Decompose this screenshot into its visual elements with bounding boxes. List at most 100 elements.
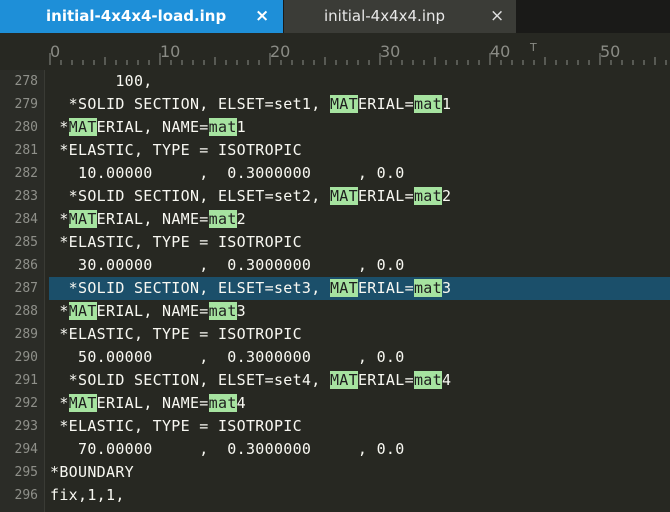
code-line[interactable]: 286 30.00000 , 0.3000000 , 0.0 <box>0 254 670 277</box>
code-token: *ELASTIC, TYPE = ISOTROPIC <box>50 233 302 251</box>
line-text: *SOLID SECTION, ELSET=set1, MATERIAL=mat… <box>50 93 451 116</box>
ruler-label: 50 <box>600 42 620 61</box>
line-number: 285 <box>14 235 38 250</box>
line-text: *BOUNDARY <box>50 461 134 484</box>
column-ruler: 0 10 20 30 40 50 T <box>0 33 670 70</box>
search-match: MAT <box>68 118 97 136</box>
caret-column-marker: T <box>529 41 537 54</box>
line-text: *SOLID SECTION, ELSET=set3, MATERIAL=mat… <box>50 277 451 300</box>
line-number: 294 <box>14 442 38 457</box>
code-line[interactable]: 287 *SOLID SECTION, ELSET=set3, MATERIAL… <box>0 277 670 300</box>
line-number: 280 <box>14 120 38 135</box>
line-text: *SOLID SECTION, ELSET=set2, MATERIAL=mat… <box>50 185 451 208</box>
code-line[interactable]: 289 *ELASTIC, TYPE = ISOTROPIC <box>0 323 670 346</box>
tab-bar: initial-4x4x4-load.inp × initial-4x4x4.i… <box>0 0 670 33</box>
search-match: MAT <box>68 394 97 412</box>
line-text: *ELASTIC, TYPE = ISOTROPIC <box>50 323 302 346</box>
code-token: 3 <box>441 279 452 297</box>
code-line[interactable]: 291 *SOLID SECTION, ELSET=set4, MATERIAL… <box>0 369 670 392</box>
code-token: 4 <box>441 371 452 389</box>
code-token: * <box>50 118 69 136</box>
code-token: *ELASTIC, TYPE = ISOTROPIC <box>50 417 302 435</box>
search-match: mat <box>208 302 237 320</box>
code-line[interactable]: 279 *SOLID SECTION, ELSET=set1, MATERIAL… <box>0 93 670 116</box>
line-number: 295 <box>14 465 38 480</box>
line-text: fix,1,1, <box>50 484 125 507</box>
code-editor[interactable]: 278 100, 279 *SOLID SECTION, ELSET=set1, … <box>0 70 670 512</box>
code-line[interactable]: 278 100, <box>0 70 670 93</box>
ruler-label: 30 <box>380 42 400 61</box>
code-line[interactable]: 295 *BOUNDARY <box>0 461 670 484</box>
code-token: 1 <box>236 118 246 136</box>
close-icon[interactable]: × <box>490 6 504 26</box>
line-text: *SOLID SECTION, ELSET=set4, MATERIAL=mat… <box>50 369 451 392</box>
search-match: MAT <box>329 187 358 205</box>
ruler-label: 10 <box>160 42 180 61</box>
line-number: 293 <box>14 419 38 434</box>
search-match: mat <box>208 210 237 228</box>
code-token: 50.00000 , 0.3000000 , 0.0 <box>50 348 405 366</box>
line-text: *MATERIAL, NAME=mat1 <box>50 116 246 139</box>
code-token: *SOLID SECTION, ELSET=set3, <box>50 279 330 297</box>
code-token: 10.00000 , 0.3000000 , 0.0 <box>50 164 405 182</box>
code-line[interactable]: 281 *ELASTIC, TYPE = ISOTROPIC <box>0 139 670 162</box>
line-text: 100, <box>50 70 153 93</box>
code-token: ERIAL, NAME= <box>96 302 209 320</box>
line-number: 286 <box>14 258 38 273</box>
code-line[interactable]: 294 70.00000 , 0.3000000 , 0.0 <box>0 438 670 461</box>
tab-label: initial-4x4x4-load.inp <box>46 7 227 25</box>
code-line[interactable]: 282 10.00000 , 0.3000000 , 0.0 <box>0 162 670 185</box>
line-text: *ELASTIC, TYPE = ISOTROPIC <box>50 139 302 162</box>
tab-initial-4x4x4[interactable]: initial-4x4x4.inp × <box>284 0 516 33</box>
search-match: MAT <box>329 371 358 389</box>
code-token: *SOLID SECTION, ELSET=set2, <box>50 187 330 205</box>
line-text: *ELASTIC, TYPE = ISOTROPIC <box>50 415 302 438</box>
code-token: *BOUNDARY <box>50 463 134 481</box>
code-line[interactable]: 284 *MATERIAL, NAME=mat2 <box>0 208 670 231</box>
line-number: 283 <box>14 189 38 204</box>
line-number: 288 <box>14 304 38 319</box>
line-number: 291 <box>14 373 38 388</box>
code-token: ERIAL= <box>357 279 414 297</box>
code-token: 2 <box>441 187 452 205</box>
code-token: 2 <box>236 210 246 228</box>
code-line[interactable]: 285 *ELASTIC, TYPE = ISOTROPIC <box>0 231 670 254</box>
line-text: *ELASTIC, TYPE = ISOTROPIC <box>50 231 302 254</box>
ruler-label: 0 <box>50 42 60 61</box>
line-number: 284 <box>14 212 38 227</box>
line-text: *MATERIAL, NAME=mat4 <box>50 392 246 415</box>
code-token: 100, <box>50 72 153 90</box>
search-match: MAT <box>68 302 97 320</box>
search-match: MAT <box>68 210 97 228</box>
code-token: *SOLID SECTION, ELSET=set1, <box>50 95 330 113</box>
line-number: 290 <box>14 350 38 365</box>
line-text: 70.00000 , 0.3000000 , 0.0 <box>50 438 405 461</box>
code-token: *ELASTIC, TYPE = ISOTROPIC <box>50 141 302 159</box>
line-text: *MATERIAL, NAME=mat2 <box>50 208 246 231</box>
search-match: mat <box>208 394 237 412</box>
close-icon[interactable]: × <box>255 6 269 26</box>
code-token: 70.00000 , 0.3000000 , 0.0 <box>50 440 405 458</box>
code-token: *ELASTIC, TYPE = ISOTROPIC <box>50 325 302 343</box>
code-line[interactable]: 296 fix,1,1, <box>0 484 670 507</box>
code-line[interactable]: 288 *MATERIAL, NAME=mat3 <box>0 300 670 323</box>
code-line[interactable]: 292 *MATERIAL, NAME=mat4 <box>0 392 670 415</box>
ruler-label: 20 <box>270 42 290 61</box>
code-token: ERIAL= <box>357 371 414 389</box>
tab-initial-4x4x4-load[interactable]: initial-4x4x4-load.inp × <box>0 0 283 33</box>
line-text: 30.00000 , 0.3000000 , 0.0 <box>50 254 405 277</box>
ruler-graphic: 0 10 20 30 40 50 T <box>49 41 667 65</box>
search-match: mat <box>413 371 442 389</box>
line-text: 10.00000 , 0.3000000 , 0.0 <box>50 162 405 185</box>
code-token: * <box>50 394 69 412</box>
line-number: 278 <box>14 74 38 89</box>
code-line[interactable]: 280 *MATERIAL, NAME=mat1 <box>0 116 670 139</box>
ruler-label: 40 <box>490 42 510 61</box>
code-token: ERIAL= <box>357 187 414 205</box>
search-match: MAT <box>329 279 358 297</box>
code-line[interactable]: 293 *ELASTIC, TYPE = ISOTROPIC <box>0 415 670 438</box>
code-line[interactable]: 283 *SOLID SECTION, ELSET=set2, MATERIAL… <box>0 185 670 208</box>
search-match: mat <box>413 95 442 113</box>
code-token: *SOLID SECTION, ELSET=set4, <box>50 371 330 389</box>
code-line[interactable]: 290 50.00000 , 0.3000000 , 0.0 <box>0 346 670 369</box>
